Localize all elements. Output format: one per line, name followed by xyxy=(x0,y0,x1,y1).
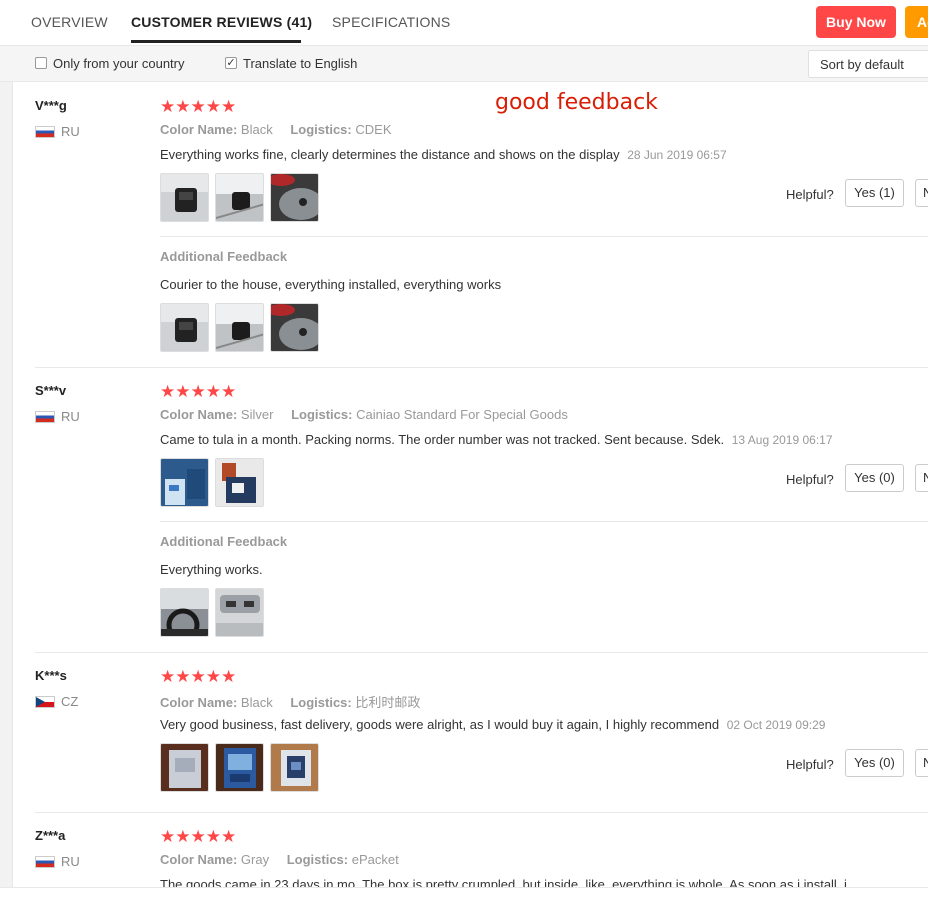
reviewer-name: S***v xyxy=(35,383,67,398)
russia-flag-icon xyxy=(35,125,55,138)
tab-overview[interactable]: OVERVIEW xyxy=(31,14,108,30)
star-rating: ★★★★★ xyxy=(160,97,237,116)
helpful-no-button[interactable]: No xyxy=(915,179,928,207)
review-text: Came to tula in a month. Packing norms. … xyxy=(160,432,833,447)
reviewer-country: RU xyxy=(35,854,80,869)
review-date: 28 Jun 2019 06:57 xyxy=(627,148,727,162)
additional-feedback-text: Everything works. xyxy=(160,562,263,577)
helpful-yes-button[interactable]: Yes (0) xyxy=(845,749,904,777)
reviewer-name: V***g xyxy=(35,98,67,113)
buy-now-button[interactable]: Buy Now xyxy=(816,6,896,38)
additional-feedback-heading: Additional Feedback xyxy=(160,534,288,549)
russia-flag-icon xyxy=(35,855,55,868)
additional-photos xyxy=(160,588,264,637)
review-meta: Color Name: Black Logistics: CDEK xyxy=(160,122,392,137)
additional-feedback-text: Courier to the house, everything install… xyxy=(160,277,502,292)
review-photo-thumbnail[interactable] xyxy=(215,743,264,792)
tab-customer-reviews[interactable]: CUSTOMER REVIEWS (41) xyxy=(131,14,312,30)
review-photo-thumbnail[interactable] xyxy=(270,303,319,352)
reviewer-country: RU xyxy=(35,409,80,424)
review-photo-thumbnail[interactable] xyxy=(270,173,319,222)
translate-checkbox[interactable]: ✓ xyxy=(225,57,237,69)
translate-label[interactable]: Translate to English xyxy=(243,56,357,71)
star-rating: ★★★★★ xyxy=(160,667,237,686)
review-photo-thumbnail[interactable] xyxy=(270,743,319,792)
review-date: 02 Oct 2019 09:29 xyxy=(726,718,826,732)
review-divider xyxy=(35,812,928,813)
review-photo-thumbnail[interactable] xyxy=(160,458,209,507)
review-photo-thumbnail[interactable] xyxy=(160,303,209,352)
divider xyxy=(160,236,928,237)
left-gutter xyxy=(0,82,13,897)
helpful-label: Helpful? xyxy=(786,187,834,202)
helpful-yes-button[interactable]: Yes (0) xyxy=(845,464,904,492)
reviewer-name: Z***a xyxy=(35,828,66,843)
review-photo-thumbnail[interactable] xyxy=(215,588,264,637)
czech-flag-icon xyxy=(35,695,55,708)
reviewer-country: RU xyxy=(35,124,80,139)
divider xyxy=(160,521,928,522)
review-photos xyxy=(160,458,264,507)
review-photo-thumbnail[interactable] xyxy=(215,458,264,507)
only-country-checkbox[interactable] xyxy=(35,57,47,69)
review-divider xyxy=(35,652,928,653)
helpful-no-button[interactable]: No xyxy=(915,749,928,777)
review-meta: Color Name: Black Logistics: 比利时邮政 xyxy=(160,695,421,710)
helpful-label: Helpful? xyxy=(786,472,834,487)
tab-bar: OVERVIEW CUSTOMER REVIEWS (41) SPECIFICA… xyxy=(0,0,928,46)
active-tab-underline xyxy=(131,40,301,43)
review-filter-bar: Only from your country ✓ Translate to En… xyxy=(0,46,928,82)
star-rating: ★★★★★ xyxy=(160,827,237,846)
viewport-bottom-edge xyxy=(0,887,928,897)
review-photos xyxy=(160,743,319,792)
review-text: Everything works fine, clearly determine… xyxy=(160,147,727,162)
review-photo-thumbnail[interactable] xyxy=(215,303,264,352)
add-to-cart-button[interactable]: Ad xyxy=(905,6,928,38)
russia-flag-icon xyxy=(35,410,55,423)
helpful-label: Helpful? xyxy=(786,757,834,772)
review-photos xyxy=(160,173,319,222)
helpful-yes-button[interactable]: Yes (1) xyxy=(845,179,904,207)
sort-select[interactable]: Sort by default xyxy=(808,50,928,78)
review-text: Very good business, fast delivery, goods… xyxy=(160,717,826,732)
additional-feedback-heading: Additional Feedback xyxy=(160,249,288,264)
star-rating: ★★★★★ xyxy=(160,382,237,401)
tab-specifications[interactable]: SPECIFICATIONS xyxy=(332,14,450,30)
review-photo-thumbnail[interactable] xyxy=(215,173,264,222)
review-meta: Color Name: Gray Logistics: ePacket xyxy=(160,852,399,867)
review-date: 13 Aug 2019 06:17 xyxy=(731,433,833,447)
helpful-no-button[interactable]: No xyxy=(915,464,928,492)
reviewer-name: K***s xyxy=(35,668,67,683)
annotation-text: good feedback xyxy=(495,90,658,115)
only-country-label[interactable]: Only from your country xyxy=(53,56,185,71)
review-divider xyxy=(35,367,928,368)
reviewer-country: CZ xyxy=(35,694,78,709)
review-photo-thumbnail[interactable] xyxy=(160,173,209,222)
additional-photos xyxy=(160,303,319,352)
review-photo-thumbnail[interactable] xyxy=(160,743,209,792)
review-meta: Color Name: Silver Logistics: Cainiao St… xyxy=(160,407,568,422)
review-photo-thumbnail[interactable] xyxy=(160,588,209,637)
